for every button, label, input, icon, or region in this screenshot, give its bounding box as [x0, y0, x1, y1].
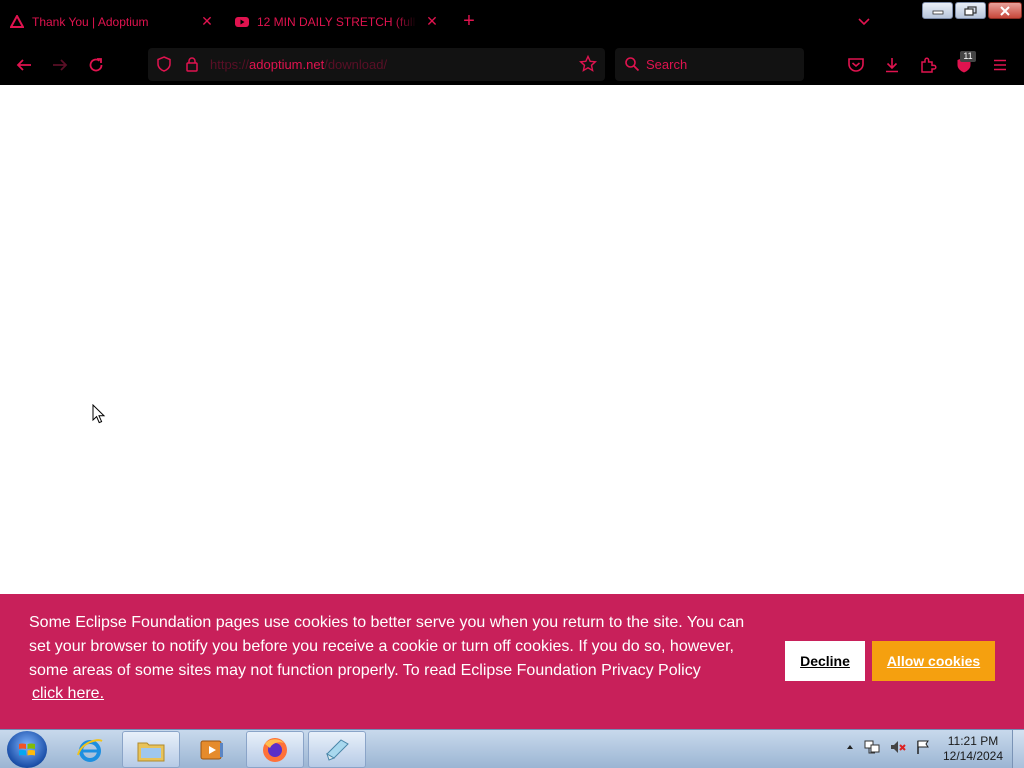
- decline-cookies-button[interactable]: Decline: [785, 641, 865, 681]
- file-explorer-icon[interactable]: [122, 731, 180, 768]
- close-window-button[interactable]: [988, 2, 1022, 19]
- new-tab-icon[interactable]: +: [460, 11, 478, 31]
- url-host: adoptium.net: [249, 57, 325, 72]
- clock-time: 11:21 PM: [947, 734, 999, 748]
- tab-close-icon[interactable]: ✕: [425, 14, 439, 28]
- restore-button[interactable]: [955, 2, 986, 19]
- screen: Thank You | Adoptium ✕ 12 MIN DAILY STRE…: [0, 0, 1024, 768]
- allow-cookies-button[interactable]: Allow cookies: [872, 641, 995, 681]
- url-prefix: https://: [210, 57, 250, 72]
- search-icon: [622, 54, 642, 74]
- extension-badge: 11: [960, 51, 976, 62]
- show-desktop-button[interactable]: [1012, 730, 1024, 768]
- restore-icon: [963, 5, 977, 16]
- url-text[interactable]: https://adoptium.net/download/: [210, 57, 387, 72]
- close-icon: [1000, 5, 1010, 16]
- cookie-consent-banner: Some Eclipse Foundation pages use cookie…: [0, 594, 1024, 729]
- tab-adoptium[interactable]: Thank You | Adoptium ✕: [10, 6, 214, 38]
- minimize-button[interactable]: [922, 2, 953, 19]
- extensions-puzzle-icon[interactable]: [918, 55, 938, 75]
- window-controls: [922, 2, 1022, 19]
- privacy-policy-link[interactable]: click here.: [32, 685, 104, 703]
- tab-title: Thank You | Adoptium: [32, 15, 149, 29]
- adoptium-icon: [10, 15, 24, 29]
- notepad-icon[interactable]: [308, 731, 366, 768]
- chevron-down-icon[interactable]: [856, 14, 872, 30]
- action-center-flag-icon[interactable]: [915, 739, 931, 755]
- windows-taskbar: 11:21 PM 12/14/2024: [0, 729, 1024, 768]
- bookmark-star-icon[interactable]: [578, 54, 598, 74]
- volume-muted-icon[interactable]: [889, 739, 907, 755]
- tab-close-icon[interactable]: ✕: [200, 14, 214, 28]
- search-placeholder: Search: [646, 57, 688, 72]
- url-path: /download/: [324, 57, 388, 72]
- clock-date: 12/14/2024: [942, 749, 1004, 763]
- internet-explorer-icon[interactable]: [61, 731, 119, 768]
- download-icon[interactable]: [882, 55, 902, 75]
- reload-icon[interactable]: [86, 55, 106, 75]
- pocket-icon[interactable]: [846, 55, 866, 75]
- taskbar-clock[interactable]: 11:21 PM 12/14/2024: [940, 734, 1006, 764]
- media-player-icon[interactable]: [183, 731, 241, 768]
- windows-logo-icon: [19, 743, 35, 755]
- firefox-icon[interactable]: [246, 731, 304, 768]
- forward-arrow-icon[interactable]: [50, 55, 70, 75]
- page-content: [0, 85, 1024, 594]
- youtube-icon: [235, 15, 249, 29]
- menu-hamburger-icon[interactable]: [990, 55, 1010, 75]
- tab-youtube[interactable]: 12 MIN DAILY STRETCH (full b ✕: [235, 6, 439, 38]
- shield-icon[interactable]: [154, 54, 174, 74]
- tray-expand-icon[interactable]: [845, 742, 855, 752]
- browser-tab-bar: Thank You | Adoptium ✕ 12 MIN DAILY STRE…: [0, 0, 1024, 44]
- network-icon[interactable]: [863, 739, 881, 755]
- browser-nav-bar: https://adoptium.net/download/ Search 11: [0, 44, 1024, 85]
- url-bar[interactable]: https://adoptium.net/download/: [148, 48, 605, 81]
- start-button[interactable]: [7, 731, 47, 768]
- lock-icon[interactable]: [182, 54, 202, 74]
- search-bar[interactable]: Search: [615, 48, 804, 81]
- minimize-icon: [932, 10, 943, 14]
- cookie-message: Some Eclipse Foundation pages use cookie…: [29, 614, 745, 679]
- system-tray: [845, 739, 931, 755]
- back-arrow-icon[interactable]: [14, 55, 34, 75]
- tab-title: 12 MIN DAILY STRETCH (full b: [257, 15, 417, 29]
- mouse-cursor-icon: [92, 404, 106, 424]
